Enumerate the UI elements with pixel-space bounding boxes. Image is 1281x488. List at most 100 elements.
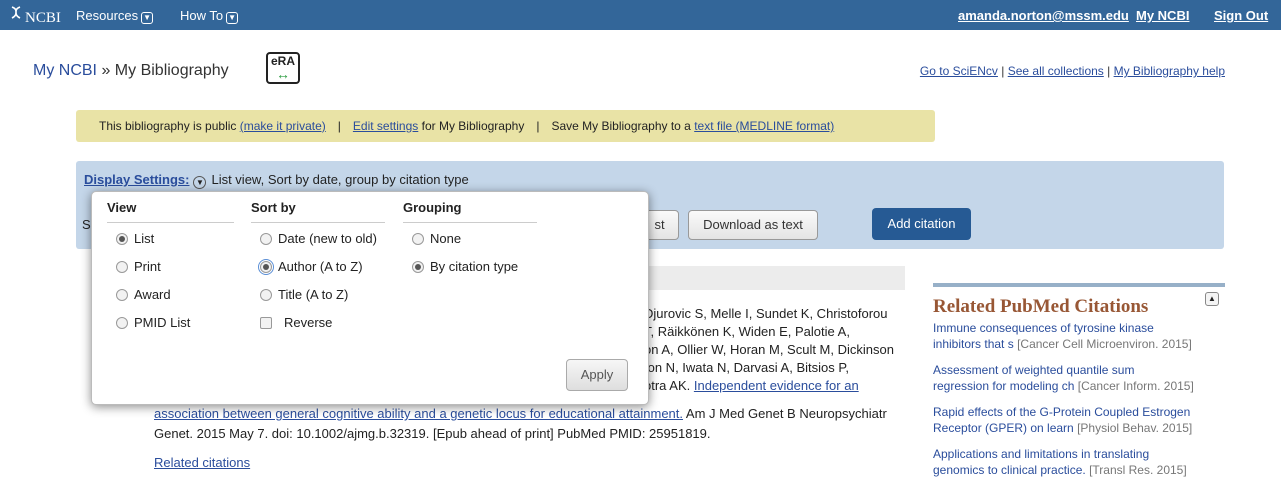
option-label: Print xyxy=(134,259,161,274)
related-citation-item[interactable]: Immune consequences of tyrosine kinase in… xyxy=(933,320,1225,352)
public-status-text: This bibliography is public xyxy=(99,119,240,133)
citation-authors-line: on A, Ollier W, Horan M, Scult M, Dickin… xyxy=(644,342,894,357)
view-option-list[interactable]: List xyxy=(107,225,234,253)
option-label: Author (A to Z) xyxy=(278,259,363,274)
save-prefix: Save My Bibliography to a xyxy=(551,119,695,133)
sidebar-rule xyxy=(933,283,1225,287)
citation-group-header xyxy=(630,266,905,290)
download-as-text-button[interactable]: Download as text xyxy=(688,210,818,240)
apply-button[interactable]: Apply xyxy=(566,359,628,391)
related-citation-item[interactable]: Applications and limitations in translat… xyxy=(933,446,1225,478)
breadcrumb-separator: » xyxy=(97,62,115,79)
resources-label: Resources xyxy=(76,8,139,23)
citation-title-link[interactable]: Independent evidence for an xyxy=(694,378,859,393)
top-nav-bar: NCBI Resources ▼ How To ▼ amanda.norton@ms… xyxy=(0,0,1281,30)
related-citation-title: regression for modeling ch xyxy=(933,379,1075,393)
user-email-link[interactable]: amanda.norton@mssm.edu xyxy=(958,8,1129,23)
see-all-collections-link[interactable]: See all collections xyxy=(1008,64,1104,78)
chevron-down-icon: ▼ xyxy=(226,12,239,24)
view-option-pmid-list[interactable]: PMID List xyxy=(107,309,234,337)
radio-icon[interactable] xyxy=(412,261,424,273)
bar-separator: | xyxy=(536,119,540,133)
citation-authors-line: T, Räikkönen K, Widen E, Palotie A, xyxy=(644,324,850,339)
howto-menu[interactable]: How To ▼ xyxy=(180,8,239,24)
sort-option-date[interactable]: Date (new to old) xyxy=(251,225,385,253)
radio-icon[interactable] xyxy=(116,317,128,329)
citation-title-link[interactable]: association between general cognitive ab… xyxy=(154,406,683,421)
sign-out-link[interactable]: Sign Out xyxy=(1214,8,1268,23)
grouping-option-none[interactable]: None xyxy=(403,225,537,253)
scienCV-link[interactable]: Go to SciENcv xyxy=(920,64,998,78)
checkbox-icon[interactable] xyxy=(260,317,272,329)
option-label: Date (new to old) xyxy=(278,231,377,246)
sort-reverse-checkbox[interactable]: Reverse xyxy=(251,309,385,337)
make-private-link[interactable]: (make it private) xyxy=(240,119,326,133)
display-settings-row: Display Settings: ▼ List view, Sort by dat… xyxy=(84,172,469,189)
grouping-heading: Grouping xyxy=(403,192,537,223)
edit-settings-suffix: for My Bibliography xyxy=(418,119,525,133)
view-option-print[interactable]: Print xyxy=(107,253,234,281)
resources-menu[interactable]: Resources ▼ xyxy=(76,8,154,24)
related-citation-source: [Cancer Inform. 2015] xyxy=(1077,379,1194,393)
bibliography-help-link[interactable]: My Bibliography help xyxy=(1114,64,1225,78)
display-settings-popup: View List Print Award PMID List Sort by … xyxy=(91,191,649,405)
radio-icon[interactable] xyxy=(260,233,272,245)
double-arrow-icon: ↔ xyxy=(276,66,290,82)
chevron-down-icon[interactable]: ▼ xyxy=(193,176,207,189)
bar-separator: | xyxy=(337,119,341,133)
display-settings-toggle[interactable]: Display Settings: xyxy=(84,172,189,187)
radio-icon[interactable] xyxy=(116,261,128,273)
page-title: My Bibliography xyxy=(114,62,229,79)
related-citation-source: [Physiol Behav. 2015] xyxy=(1077,421,1193,435)
related-citation-title: Assessment of weighted quantile sum xyxy=(933,363,1135,377)
sort-option-title[interactable]: Title (A to Z) xyxy=(251,281,385,309)
ncbi-logo[interactable]: NCBI xyxy=(10,6,61,27)
related-citation-item[interactable]: Assessment of weighted quantile sum regre… xyxy=(933,362,1225,394)
edit-settings-link[interactable]: Edit settings xyxy=(353,119,418,133)
display-settings-summary: List view, Sort by date, group by citati… xyxy=(211,172,469,187)
option-label: Award xyxy=(134,287,171,302)
citation-details: Genet. 2015 May 7. doi: 10.1002/ajmg.b.3… xyxy=(154,426,711,441)
chevron-down-icon: ▼ xyxy=(141,12,154,24)
partial-hidden-text: S xyxy=(82,217,91,232)
related-citation-title: Rapid effects of the G-Protein Coupled E… xyxy=(933,405,1191,419)
related-citations-link[interactable]: Related citations xyxy=(154,455,250,470)
breadcrumb-my-ncbi[interactable]: My NCBI xyxy=(33,62,97,79)
citation-authors-line: Djurovic S, Melle I, Sundet K, Christofo… xyxy=(644,306,888,321)
add-citation-button[interactable]: Add citation xyxy=(872,208,971,240)
howto-label: How To xyxy=(180,8,224,23)
header-links: Go to SciENcv | See all collections | My… xyxy=(920,64,1225,78)
sort-option-author[interactable]: Author (A to Z) xyxy=(251,253,385,281)
sort-heading: Sort by xyxy=(251,192,385,223)
grouping-option-citation-type[interactable]: By citation type xyxy=(403,253,537,281)
citation-authors-line: otra AK. xyxy=(644,378,694,393)
related-citation-title: genomics to clinical practice. xyxy=(933,463,1086,477)
radio-icon[interactable] xyxy=(116,289,128,301)
grouping-column: Grouping None By citation type xyxy=(403,192,537,281)
view-option-award[interactable]: Award xyxy=(107,281,234,309)
citation-authors-line: ton N, Iwata N, Darvasi A, Bitsios P, xyxy=(644,360,849,375)
ncbi-logo-text: NCBI xyxy=(25,10,61,26)
related-citation-source: [Cancer Cell Microenviron. 2015] xyxy=(1017,337,1192,351)
option-label: List xyxy=(134,231,155,246)
era-commons-icon[interactable]: eRA ↔ xyxy=(266,52,300,84)
my-ncbi-link[interactable]: My NCBI xyxy=(1136,8,1189,23)
sidebar-title: Related PubMed Citations xyxy=(933,296,1149,317)
save-medline-link[interactable]: text file (MEDLINE format) xyxy=(694,119,834,133)
option-label: Reverse xyxy=(284,315,333,330)
related-citation-title: Applications and limitations in translat… xyxy=(933,447,1150,461)
related-citation-title: inhibitors that s xyxy=(933,337,1014,351)
radio-icon[interactable] xyxy=(412,233,424,245)
radio-icon[interactable] xyxy=(258,259,274,275)
related-citations-sidebar: Related PubMed Citations ▲ Immune conseq… xyxy=(933,283,1225,478)
sort-column: Sort by Date (new to old) Author (A to Z… xyxy=(251,192,385,337)
related-citation-title: Immune consequences of tyrosine kinase xyxy=(933,321,1154,335)
related-citation-item[interactable]: Rapid effects of the G-Protein Coupled E… xyxy=(933,404,1225,436)
public-status-bar: This bibliography is public (make it pri… xyxy=(76,110,935,142)
collapse-icon[interactable]: ▲ xyxy=(1205,292,1219,306)
radio-icon[interactable] xyxy=(116,233,128,245)
citation-journal: Am J Med Genet B Neuropsychiatr xyxy=(683,406,887,421)
link-separator: | xyxy=(997,64,1008,78)
radio-icon[interactable] xyxy=(260,289,272,301)
view-heading: View xyxy=(107,192,234,223)
